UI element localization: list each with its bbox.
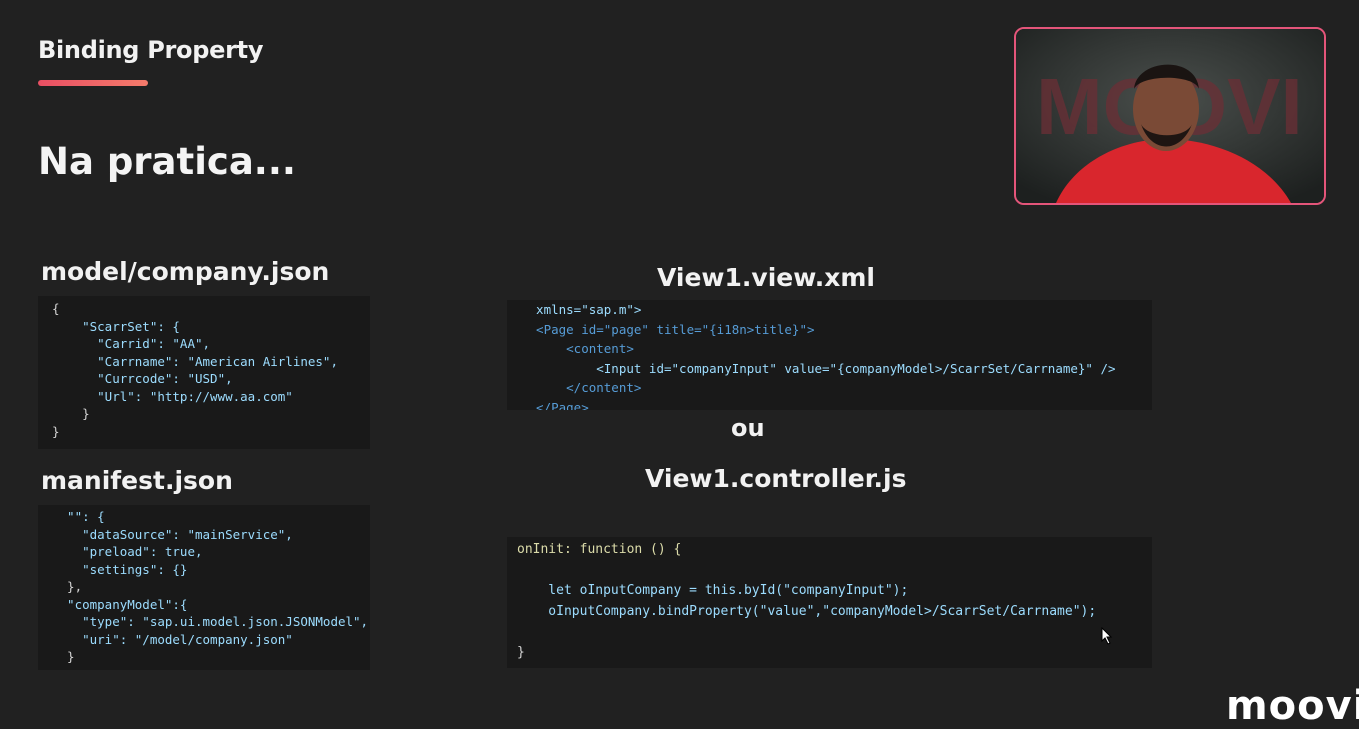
code-line: "uri": "/model/company.json": [52, 631, 293, 647]
presenter-image: MOOVI: [1016, 29, 1324, 203]
code-line: <Page id="page" title="{i18n>title}">: [521, 321, 815, 337]
code-line: {: [52, 301, 60, 316]
presenter-webcam-video: MOOVI: [1014, 27, 1326, 205]
code-block-manifest-json: "": { "dataSource": "mainService", "prel…: [38, 505, 370, 670]
slide-subtitle: Na pratica...: [38, 140, 296, 183]
code-line: }: [52, 423, 60, 439]
code-line: </Page>: [521, 399, 589, 411]
section-heading-manifest-json: manifest.json: [41, 466, 233, 495]
section-heading-controller-js: View1.controller.js: [645, 464, 907, 493]
code-line: "companyModel":{: [52, 596, 188, 612]
code-line: }: [52, 649, 75, 664]
code-line: "ScarrSet": {: [52, 318, 180, 334]
code-line: },: [52, 579, 83, 594]
section-heading-view-xml: View1.view.xml: [657, 263, 875, 292]
code-line: <Input id="companyInput" value="{company…: [521, 360, 1116, 376]
code-block-controller-js: onInit: function () { let oInputCompany …: [507, 537, 1152, 668]
title-underline: [38, 80, 148, 86]
code-line: <content>: [521, 341, 634, 356]
code-block-company-json: { "ScarrSet": { "Carrid": "AA", "Carrnam…: [38, 296, 370, 449]
code-block-view-xml: xmlns="sap.m"> <Page id="page" title="{i…: [507, 300, 1152, 410]
code-line: xmlns="sap.m">: [521, 302, 642, 317]
slide-title: Binding Property: [38, 36, 264, 64]
code-line: "Carrid": "AA",: [52, 336, 211, 351]
code-line: let oInputCompany = this.byId("companyIn…: [517, 583, 909, 598]
code-line: "type": "sap.ui.model.json.JSONModel",: [52, 614, 369, 629]
code-line: "dataSource": "mainService",: [52, 526, 293, 542]
code-line: "Url": "http://www.aa.com": [52, 388, 293, 404]
code-line: }: [517, 644, 525, 660]
moovi-logo: moovi: [1226, 683, 1359, 729]
section-heading-company-json: model/company.json: [41, 257, 330, 286]
code-line: "preload": true,: [52, 544, 203, 559]
code-line: oInputCompany.bindProperty("value","comp…: [517, 603, 1097, 619]
code-line: "settings": {}: [52, 561, 188, 577]
code-line: "": {: [52, 509, 105, 524]
code-line: onInit: function () {: [517, 542, 682, 557]
code-line: "Currcode": "USD",: [52, 371, 233, 386]
code-line: "Carrname": "American Airlines",: [52, 353, 338, 369]
code-line: }: [52, 406, 90, 421]
code-line: </content>: [521, 380, 642, 395]
separator-text-ou: ou: [731, 414, 765, 442]
